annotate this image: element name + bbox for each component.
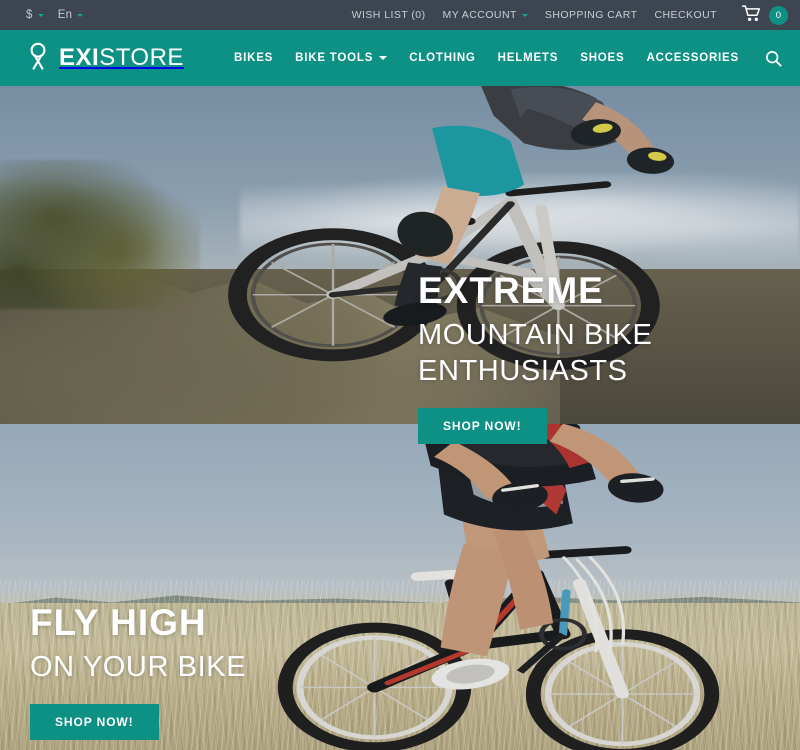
shopping-cart-label: SHOPPING CART — [544, 9, 638, 21]
slide-1-title: EXTREME — [418, 270, 604, 311]
top-link-wish-list[interactable]: WISH LIST (0) — [352, 9, 426, 21]
currency-selector[interactable]: $ — [26, 9, 44, 21]
site-header: EXISTORE BIKES BIKE TOOLS CLOTHING HELME… — [0, 30, 800, 86]
chevron-down-icon — [379, 56, 388, 60]
slide-2-subtitle: ON YOUR BIKE — [30, 650, 247, 683]
nav-label-shoes: SHOES — [580, 52, 625, 64]
logo-wordmark: EXISTORE — [59, 46, 184, 70]
site-logo[interactable]: EXISTORE — [26, 41, 184, 76]
nav-label-clothing: CLOTHING — [409, 52, 476, 64]
logo-text-bold: EXI — [59, 44, 100, 71]
main-navigation: BIKES BIKE TOOLS CLOTHING HELMETS SHOES … — [234, 50, 782, 67]
top-bar-links: WISH LIST (0) MY ACCOUNT SHOPPING CART C… — [352, 5, 788, 25]
shopping-cart-icon — [741, 5, 762, 25]
logo-text-light: STORE — [99, 44, 184, 71]
search-icon[interactable] — [765, 50, 782, 67]
nav-item-accessories[interactable]: ACCESSORIES — [646, 52, 739, 64]
language-selector[interactable]: En — [58, 9, 84, 21]
hero-slider: EXTREME MOUNTAIN BIKE ENTHUSIASTS SHOP N… — [0, 86, 800, 750]
top-bar: $ En WISH LIST (0) MY ACCOUNT SHOPPING C… — [0, 0, 800, 30]
top-link-my-account[interactable]: MY ACCOUNT — [443, 9, 528, 21]
slide-2-title: FLY HIGH — [30, 602, 207, 643]
nav-label-bikes: BIKES — [233, 52, 274, 64]
slide-2-caption: FLY HIGH ON YOUR BIKE SHOP NOW! — [30, 602, 247, 741]
cart-widget[interactable]: 0 — [741, 5, 788, 25]
wish-list-label: WISH LIST (0) — [351, 9, 426, 21]
slide-1-caption: EXTREME MOUNTAIN BIKE ENTHUSIASTS SHOP N… — [418, 270, 800, 445]
nav-item-clothing[interactable]: CLOTHING — [409, 52, 475, 64]
slide-2-shop-now-button[interactable]: SHOP NOW! — [30, 704, 159, 741]
nav-item-bike-tools[interactable]: BIKE TOOLS — [295, 52, 388, 64]
nav-label-helmets: HELMETS — [497, 52, 559, 64]
top-bar-left: $ En — [26, 9, 84, 21]
nav-label-accessories: ACCESSORIES — [646, 52, 739, 64]
slide-1-shop-now-button[interactable]: SHOP NOW! — [418, 408, 547, 445]
nav-item-bikes[interactable]: BIKES — [234, 52, 273, 64]
cart-count-badge: 0 — [769, 5, 788, 25]
chevron-down-icon — [77, 13, 84, 17]
language-label: En — [57, 9, 73, 21]
nav-item-helmets[interactable]: HELMETS — [498, 52, 559, 64]
chevron-down-icon — [521, 13, 528, 17]
my-account-label: MY ACCOUNT — [442, 9, 517, 21]
slide-1-subtitle: MOUNTAIN BIKE ENTHUSIASTS — [418, 318, 653, 388]
chevron-down-icon — [37, 13, 44, 17]
checkout-label: CHECKOUT — [654, 9, 717, 21]
page-root: $ En WISH LIST (0) MY ACCOUNT SHOPPING C… — [0, 0, 800, 750]
existore-logo-icon — [26, 41, 50, 76]
top-link-shopping-cart[interactable]: SHOPPING CART — [545, 9, 638, 21]
nav-item-shoes[interactable]: SHOES — [580, 52, 624, 64]
currency-label: $ — [26, 9, 33, 21]
top-link-checkout[interactable]: CHECKOUT — [654, 9, 717, 21]
nav-label-bike-tools: BIKE TOOLS — [295, 52, 374, 64]
